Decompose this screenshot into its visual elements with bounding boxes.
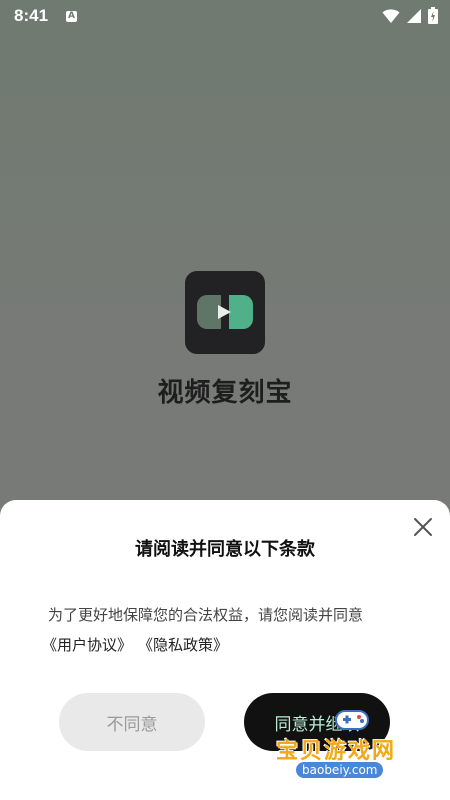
status-icons	[382, 7, 438, 24]
policy-links: 《用户协议》 《隐私政策》	[42, 634, 228, 655]
privacy-policy-link[interactable]: 《隐私政策》	[138, 634, 228, 655]
battery-icon	[428, 7, 438, 24]
dialog-title: 请阅读并同意以下条款	[135, 539, 315, 560]
user-agreement-link[interactable]: 《用户协议》	[42, 634, 132, 655]
signal-icon	[407, 8, 421, 23]
disagree-button[interactable]: 不同意	[59, 693, 205, 751]
terms-dialog: 请阅读并同意以下条款 为了更好地保障您的合法权益，请您阅读并同意 《用户协议》 …	[0, 500, 450, 800]
app-logo-icon	[185, 271, 265, 354]
status-time: 8:41	[14, 6, 49, 25]
agree-button[interactable]: 同意并继续	[244, 693, 390, 751]
status-bar: 8:41 A	[0, 0, 450, 32]
wifi-icon	[382, 8, 400, 23]
notification-a-icon: A	[66, 10, 78, 22]
dialog-description: 为了更好地保障您的合法权益，请您阅读并同意	[48, 606, 364, 624]
app-name: 视频复刻宝	[157, 378, 293, 408]
